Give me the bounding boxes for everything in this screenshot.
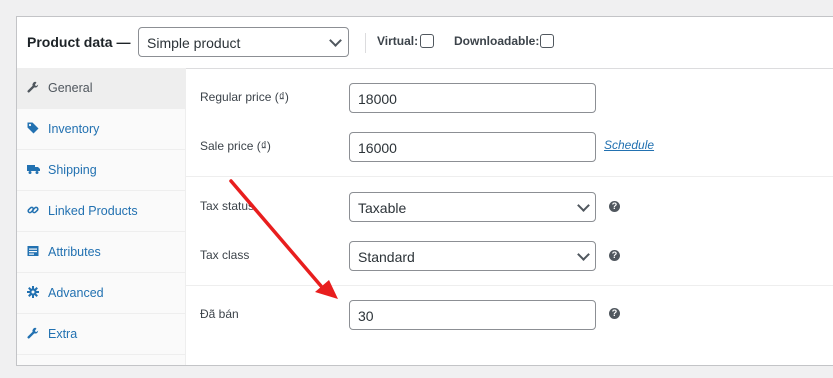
annotation-arrow (229, 179, 338, 299)
annotation-arrow-shaft (229, 179, 323, 288)
